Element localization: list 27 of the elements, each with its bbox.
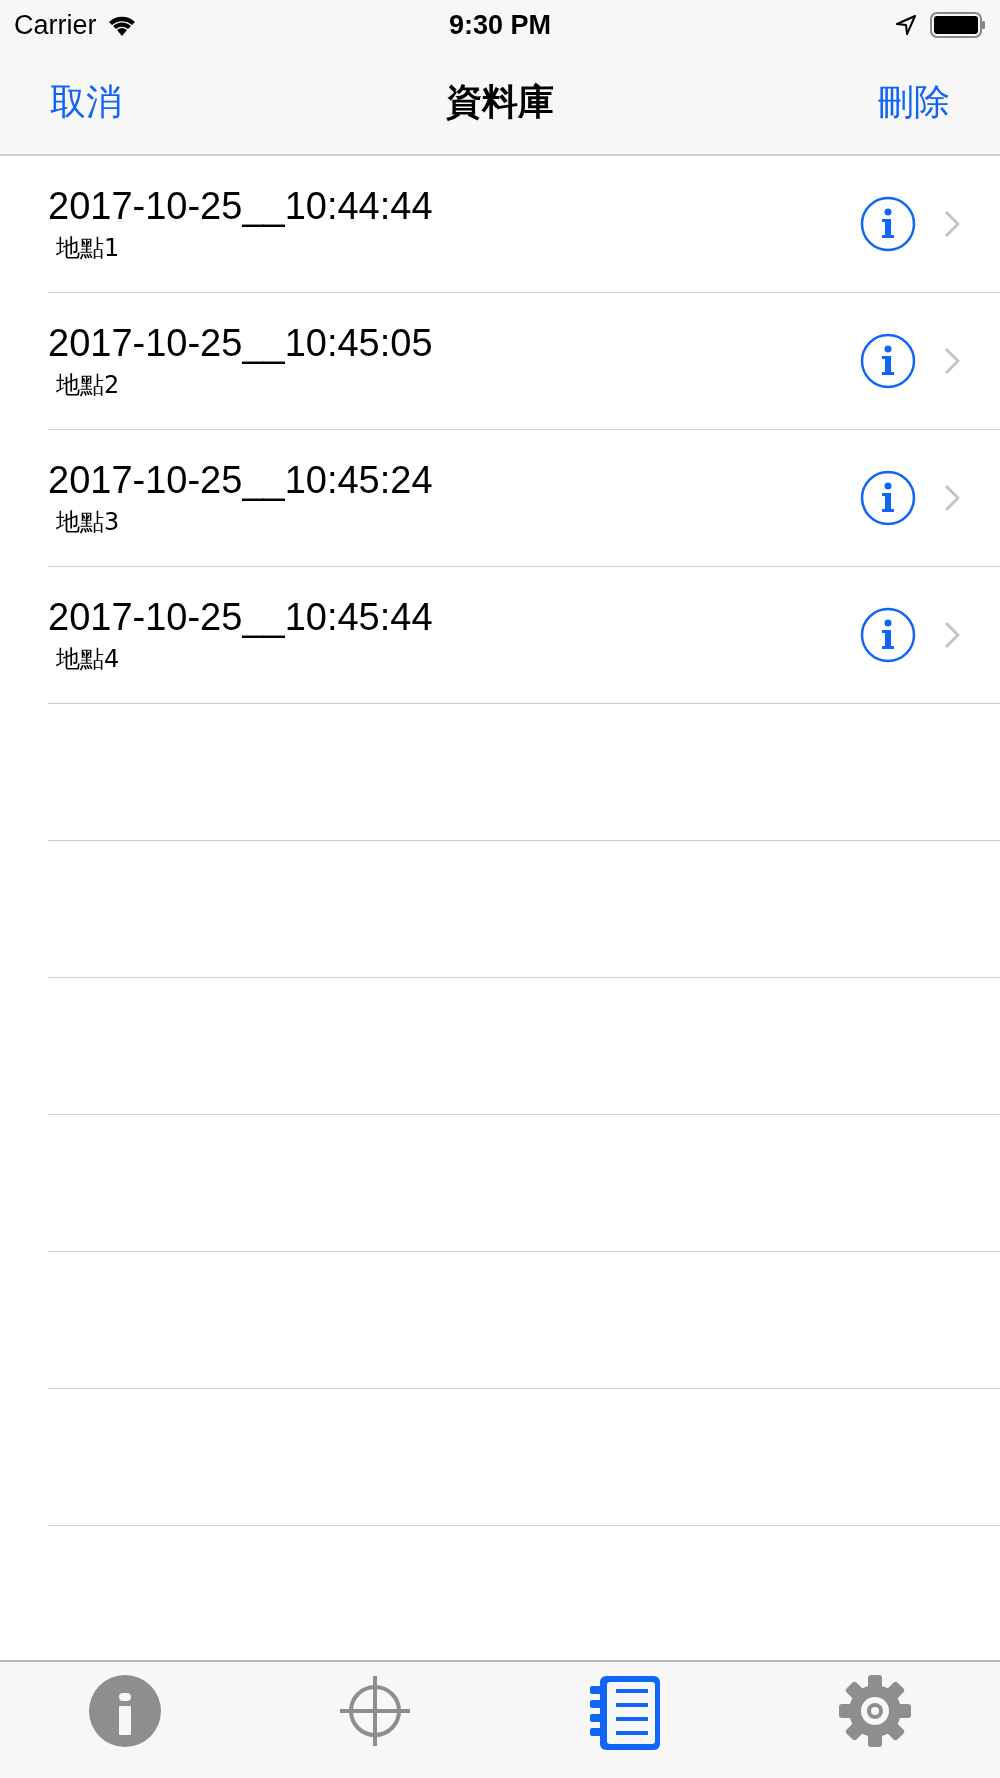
record-location: 地點4 <box>56 643 120 675</box>
record-location: 地點2 <box>56 369 120 401</box>
cancel-button[interactable]: 取消 <box>50 77 122 127</box>
delete-button[interactable]: 刪除 <box>878 77 950 127</box>
record-location: 地點1 <box>56 232 120 264</box>
record-title: 2017-10-25__10:44:44 <box>48 184 433 228</box>
notebook-icon[interactable] <box>588 1674 662 1752</box>
chevron-icon[interactable] <box>944 347 960 375</box>
info-icon[interactable] <box>860 333 916 389</box>
record-title: 2017-10-25__10:45:24 <box>48 458 433 502</box>
info-icon[interactable] <box>860 470 916 526</box>
battery-icon <box>930 12 986 38</box>
nav-title: 資料庫 <box>446 80 554 122</box>
record-title: 2017-10-25__10:45:44 <box>48 595 433 639</box>
record-title: 2017-10-25__10:45:05 <box>48 321 433 365</box>
status-time: 9:30 PM <box>448 9 551 40</box>
info-icon[interactable] <box>860 196 916 252</box>
crosshair-icon[interactable] <box>338 1674 412 1748</box>
carrier-name: Carrier <box>14 9 97 41</box>
info-icon[interactable] <box>860 607 916 663</box>
chevron-icon[interactable] <box>944 210 960 238</box>
location-arrow-icon <box>896 15 916 35</box>
settings-icon[interactable] <box>838 1674 912 1748</box>
info-icon[interactable] <box>88 1674 162 1748</box>
record-location: 地點3 <box>56 506 120 538</box>
chevron-icon[interactable] <box>944 484 960 512</box>
chevron-icon[interactable] <box>944 621 960 649</box>
